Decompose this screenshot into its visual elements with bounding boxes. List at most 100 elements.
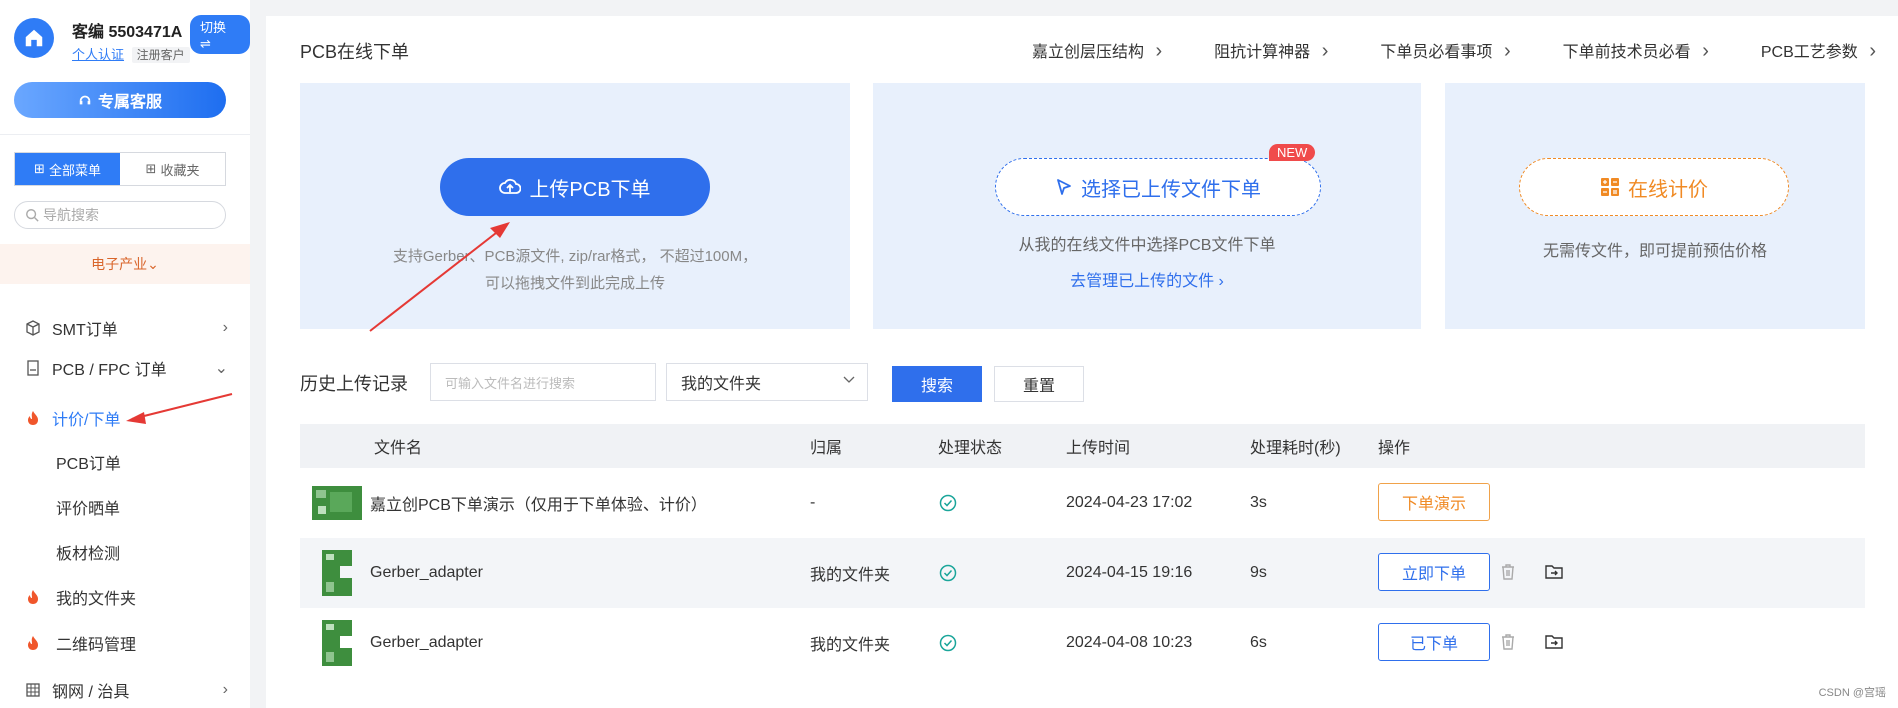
document-icon [24,359,42,377]
move-to-folder-icon[interactable] [1544,562,1564,582]
trash-icon[interactable] [1498,562,1518,582]
chevron-down-icon: ⌄ [214,360,228,377]
folder-select-value: 我的文件夹 [681,376,762,393]
row-filename[interactable]: 嘉立创PCB下单演示（仅用于下单体验、计价） [370,468,707,538]
top-links: 嘉立创层压结构 阻抗计算神器 下单员必看事项 下单前技术员必看 PCB工艺参数 [1032,38,1876,63]
select-uploaded-card: 选择已上传文件下单 NEW 从我的在线文件中选择PCB文件下单 去管理已上传的文… [873,83,1421,329]
row-upload-time: 2024-04-23 17:02 [1066,494,1193,511]
sidebar-item-my-folder[interactable]: 我的文件夹 [0,577,250,617]
upload-desc-line1: 支持Gerber、PCB源文件, zip/rar格式， 不超过100M， [392,248,758,265]
service-label: 专属客服 [97,94,162,111]
sidebar-item-label: 二维码管理 [56,637,137,654]
cloud-upload-icon [499,178,522,194]
status-done-icon [938,468,958,538]
row-owner: - [810,494,816,511]
manage-files-link[interactable]: 去管理已上传的文件 › [873,267,1421,291]
upload-pcb-label: 上传PCB下单 [529,178,651,201]
sidebar-item-label: 钢网 / 治具 [52,684,130,701]
trash-icon[interactable] [1498,632,1518,652]
sidebar-item-pcb-orders[interactable]: PCB订单 [0,442,250,482]
online-price-label: 在线计价 [1628,178,1708,201]
tab-favorites[interactable]: ⊞ 收藏夹 [120,153,225,185]
sidebar-item-qrcode[interactable]: 二维码管理 [0,623,250,663]
row-filename[interactable]: Gerber_adapter [370,608,483,678]
industry-dropdown[interactable]: 电子产业⌄ [0,244,250,284]
status-done-icon [938,538,958,608]
row-upload-time: 2024-04-08 10:23 [1066,634,1193,651]
upload-desc-line2: 可以拖拽文件到此完成上传 [484,275,665,292]
link-lamination[interactable]: 嘉立创层压结构 [1032,38,1162,63]
pcb-thumbnail [312,486,362,520]
table-row: 嘉立创PCB下单演示（仅用于下单体验、计价） - 2024-04-23 17:0… [300,468,1865,538]
headset-icon [79,95,91,105]
row-duration: 6s [1250,634,1267,651]
dedicated-service-button[interactable]: 专属客服 [14,82,226,118]
sidebar-item-quote-order[interactable]: 计价/下单 [0,398,250,438]
grid-icon [24,681,42,699]
personal-auth-link[interactable]: 个人认证 [72,47,124,62]
cursor-arrow-icon [1057,179,1071,195]
register-badge: 注册客户 [131,47,190,63]
sidebar-item-stencil[interactable]: 钢网 / 治具 › [0,670,250,708]
online-price-button[interactable]: 在线计价 [1519,158,1789,216]
flame-icon [24,588,42,606]
link-tech-notes[interactable]: 下单前技术员必看 [1563,38,1709,63]
sidebar-item-reviews[interactable]: 评价晒单 [0,487,250,527]
price-description: 无需传文件，即可提前预估价格 [1542,243,1767,260]
move-to-folder-icon[interactable] [1544,632,1564,652]
sidebar-item-pcb-fpc[interactable]: PCB / FPC 订单 ⌄ [0,348,250,388]
folder-select[interactable]: 我的文件夹 [666,363,868,401]
order-now-button[interactable]: 立即下单 [1378,553,1490,591]
col-filename: 文件名 [374,440,423,457]
table-header: 文件名 归属 处理状态 上传时间 处理耗时(秒) 操作 [300,424,1865,468]
link-order-notes[interactable]: 下单员必看事项 [1380,38,1510,63]
sidebar: 客编 5503471A 切换 ⇌ 个人认证 注册客户 专属客服 ⊞ 全部菜单 ⊞ 收… [0,0,250,708]
ordered-button[interactable]: 已下单 [1378,623,1490,661]
status-done-icon [938,608,958,678]
flame-icon [24,409,42,427]
row-filename[interactable]: Gerber_adapter [370,538,483,608]
col-upload-time: 上传时间 [1066,440,1131,457]
chevron-down-icon [843,376,855,383]
grid-icon: ⊞ [34,161,45,176]
select-uploaded-button[interactable]: 选择已上传文件下单 [995,158,1321,216]
row-owner: 我的文件夹 [810,637,891,654]
chevron-right-icon: › [222,319,228,336]
sidebar-item-board-test[interactable]: 板材检测 [0,532,250,572]
demo-order-button[interactable]: 下单演示 [1378,483,1490,521]
tab-all-menu[interactable]: ⊞ 全部菜单 [15,153,120,185]
user-panel: 客编 5503471A 切换 ⇌ 个人认证 注册客户 [14,15,250,68]
pcb-thumbnail [322,620,352,666]
pcb-thumbnail [322,550,352,596]
reset-button[interactable]: 重置 [994,366,1084,402]
home-avatar-icon[interactable] [14,18,54,58]
col-duration: 处理耗时(秒) [1250,440,1341,457]
col-actions: 操作 [1378,440,1411,457]
switch-account-button[interactable]: 切换 ⇌ [190,15,250,54]
link-impedance[interactable]: 阻抗计算神器 [1214,38,1328,63]
sidebar-item-label: PCB订单 [56,456,121,473]
upload-description: 支持Gerber、PCB源文件, zip/rar格式， 不超过100M， 可以拖… [300,243,850,297]
nav-search-placeholder: 导航搜索 [43,207,99,223]
divider [0,134,250,135]
table-row: Gerber_adapter 我的文件夹 2024-04-15 19:16 9s… [300,538,1865,608]
watermark: CSDN @宫瑶 [1818,687,1886,699]
history-search-input[interactable]: 可输入文件名进行搜索 [430,363,656,401]
upload-card[interactable]: 上传PCB下单 支持Gerber、PCB源文件, zip/rar格式， 不超过1… [300,83,850,329]
col-owner: 归属 [810,440,843,457]
row-owner: 我的文件夹 [810,567,891,584]
new-badge: NEW [1269,144,1316,161]
col-status: 处理状态 [938,440,1003,457]
sidebar-item-smt[interactable]: SMT订单 › [0,308,250,348]
select-description: 从我的在线文件中选择PCB文件下单 [1018,237,1276,254]
sidebar-item-label: 评价晒单 [56,501,121,518]
search-button[interactable]: 搜索 [892,366,982,402]
upload-pcb-button[interactable]: 上传PCB下单 [440,158,710,216]
customer-id: 客编 5503471A [72,24,183,41]
nav-search-input[interactable]: 导航搜索 [14,201,226,229]
sidebar-item-label: PCB / FPC 订单 [52,362,167,379]
online-price-card: 在线计价 无需传文件，即可提前预估价格 [1445,83,1865,329]
link-process-params[interactable]: PCB工艺参数 [1761,38,1876,63]
page-title: PCB在线下单 [300,42,410,62]
calculator-icon [1601,178,1619,196]
